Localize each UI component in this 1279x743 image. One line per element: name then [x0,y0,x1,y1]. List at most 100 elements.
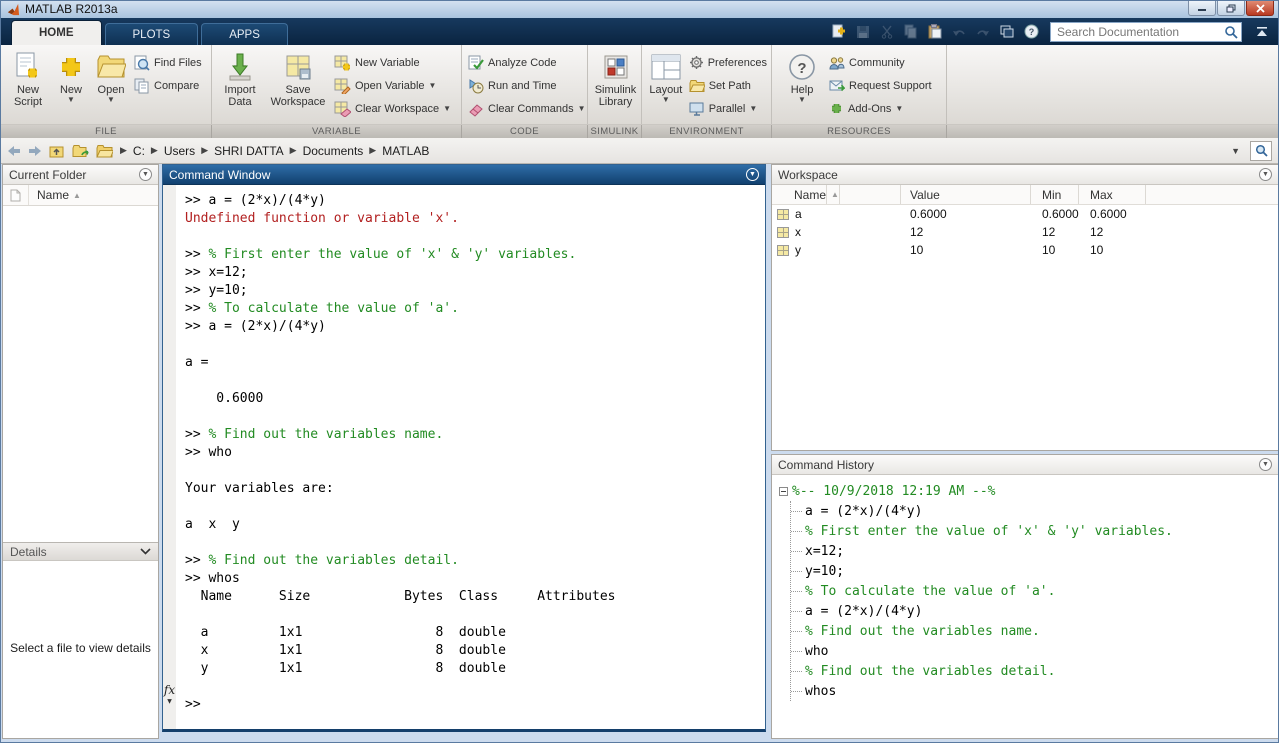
svg-text:?: ? [797,60,806,77]
command-history-panel: Command History ▼ %-- 10/9/2018 12:19 AM… [771,454,1279,739]
layout-button[interactable]: Layout ▼ [648,50,684,104]
save-workspace-button[interactable]: Save Workspace [267,50,329,108]
panel-menu-icon[interactable]: ▼ [746,168,759,181]
close-button[interactable] [1246,1,1274,16]
paste-icon[interactable] [926,24,944,40]
preferences-button[interactable]: Preferences [689,54,767,71]
breadcrumb-item[interactable]: C: [133,144,145,158]
history-command-row[interactable]: a = (2*x)/(4*y) [791,501,1278,521]
search-folder-button[interactable] [1250,141,1272,161]
current-folder-column-header[interactable]: Name ▲ [3,185,158,206]
community-button[interactable]: Community [829,54,932,71]
command-window-line: >> y=10; [185,282,763,300]
clear-commands-button[interactable]: Clear Commands ▼ [468,100,586,117]
workspace-row[interactable]: x121212 [772,223,1278,241]
help-big-icon: ? [788,51,816,83]
sort-ascending-icon: ▲ [73,191,81,200]
history-command-row[interactable]: % To calculate the value of 'a'. [791,581,1278,601]
switch-windows-icon[interactable] [998,24,1016,40]
history-command-row[interactable]: y=10; [791,561,1278,581]
history-command-row[interactable]: whos [791,681,1278,701]
chevron-down-icon: ▼ [429,82,437,90]
tab-apps[interactable]: APPS [201,23,288,45]
address-dropdown-icon[interactable]: ▼ [1231,147,1240,155]
history-command-row[interactable]: % Find out the variables name. [791,621,1278,641]
panel-menu-icon[interactable]: ▼ [1259,458,1272,471]
history-session-row[interactable]: %-- 10/9/2018 12:19 AM --% [779,481,1278,501]
parallel-button[interactable]: Parallel ▼ [689,100,767,117]
minimize-button[interactable] [1188,1,1216,16]
request-support-icon [829,79,845,92]
new-script-icon[interactable] [830,24,848,40]
set-path-button[interactable]: Set Path [689,77,767,94]
ribbon-section-code: Analyze Code Run and Time Clear Commands… [462,45,588,124]
redo-icon[interactable] [974,24,992,40]
request-support-button[interactable]: Request Support [829,77,932,94]
breadcrumb-item[interactable]: MATLAB [382,144,429,158]
breadcrumb-item[interactable]: Users [164,144,195,158]
compare-button[interactable]: Compare [134,77,202,94]
tab-home[interactable]: HOME [11,20,102,45]
tab-plots[interactable]: PLOTS [105,23,199,45]
command-window-body[interactable]: >> a = (2*x)/(4*y)Undefined function or … [163,185,765,729]
simulink-library-button[interactable]: Simulink Library [594,50,637,108]
undo-icon[interactable] [950,24,968,40]
breadcrumb-item[interactable]: Documents [303,144,364,158]
copy-icon[interactable] [902,24,920,40]
breadcrumb-separator-icon: ▶ [369,145,376,156]
collapse-minus-icon[interactable] [779,487,788,496]
forward-icon[interactable] [28,145,42,157]
gear-icon [689,55,704,70]
clear-workspace-button[interactable]: Clear Workspace ▼ [334,100,451,117]
find-files-button[interactable]: Find Files [134,54,202,71]
restore-button[interactable] [1217,1,1245,16]
workspace-row[interactable]: a0.60000.60000.6000 [772,205,1278,223]
save-icon[interactable] [854,24,872,40]
workspace-row[interactable]: y101010 [772,241,1278,259]
open-variable-button[interactable]: Open Variable ▼ [334,77,451,94]
cut-icon[interactable] [878,24,896,40]
history-command-row[interactable]: % Find out the variables detail. [791,661,1278,681]
import-data-button[interactable]: Import Data [218,50,262,108]
minimize-toolstrip-icon[interactable] [1252,23,1272,41]
panel-menu-icon[interactable]: ▼ [1259,168,1272,181]
compare-icon [134,78,150,94]
analyze-code-button[interactable]: Analyze Code [468,54,586,71]
search-icon[interactable] [1224,25,1238,39]
add-ons-button[interactable]: Add-Ons ▼ [829,100,932,117]
save-workspace-big-icon [284,51,312,83]
parallel-monitor-icon [689,102,705,116]
history-command-row[interactable]: who [791,641,1278,661]
new-button[interactable]: New ▼ [54,50,88,104]
current-folder-file-list[interactable] [3,206,158,542]
browse-folder-icon[interactable] [72,144,89,158]
new-script-big-icon [14,51,42,83]
help-icon[interactable]: ? [1022,24,1040,40]
section-label-resources: RESOURCES [772,125,947,138]
command-window-title: Command Window [169,168,270,182]
command-window-line [185,408,763,426]
ribbon-section-resources: ? Help ▼ Community Request Support Add-O… [772,45,947,124]
command-window-header: Command Window ▼ [163,165,765,185]
history-command-row[interactable]: a = (2*x)/(4*y) [791,601,1278,621]
run-and-time-button[interactable]: Run and Time [468,77,586,94]
new-script-button[interactable]: New Script [7,50,49,108]
breadcrumb-item[interactable]: SHRI DATTA [214,144,284,158]
panel-menu-icon[interactable]: ▼ [139,168,152,181]
command-window-line: >> x=12; [185,264,763,282]
command-window-line: Your variables are: [185,480,763,498]
command-window-line [185,462,763,480]
up-one-level-icon[interactable] [49,144,65,158]
search-input[interactable] [1057,25,1224,39]
open-button[interactable]: Open ▼ [93,50,129,104]
workspace-column-headers[interactable]: Name▲ Value Min Max [772,185,1278,205]
history-command-row[interactable]: x=12; [791,541,1278,561]
back-icon[interactable] [7,145,21,157]
fx-function-hints-icon[interactable]: fx▼ [163,685,176,707]
details-header[interactable]: Details [3,542,158,561]
help-button[interactable]: ? Help ▼ [786,50,818,104]
history-command-row[interactable]: % First enter the value of 'x' & 'y' var… [791,521,1278,541]
ribbon-section-simulink: Simulink Library [588,45,642,124]
new-variable-button[interactable]: New Variable [334,54,451,71]
new-variable-icon [334,55,351,71]
